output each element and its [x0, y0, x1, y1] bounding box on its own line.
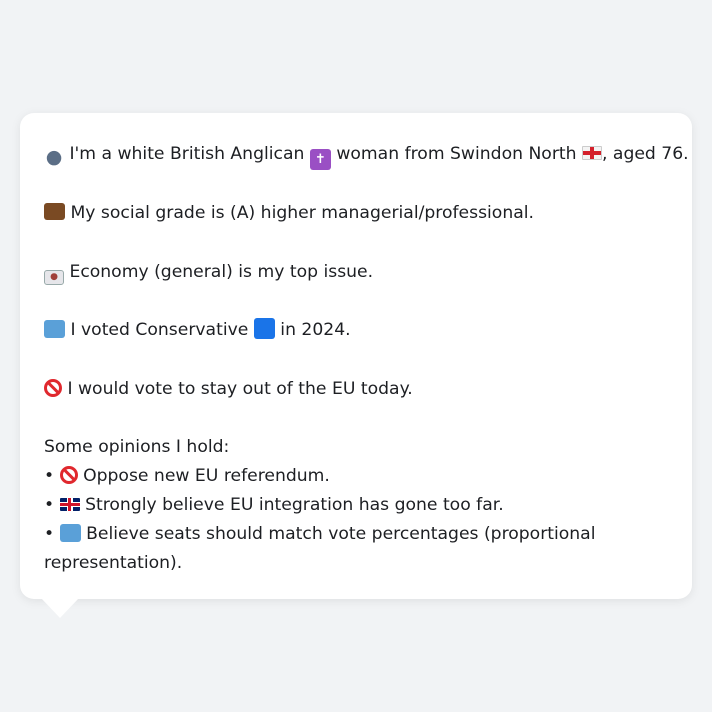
- no-entry-icon: [44, 378, 62, 397]
- persona-speech-bubble: ● I'm a white British Anglican ✝ woman f…: [20, 113, 692, 599]
- opinion-text: Believe seats should match vote percenta…: [44, 523, 596, 573]
- speech-bubble-tail: [41, 598, 79, 618]
- opinion-text: Strongly believe EU integration has gone…: [85, 494, 504, 515]
- no-entry-icon: [59, 465, 78, 484]
- opinion-item: • Strongly believe EU integration has go…: [44, 491, 668, 520]
- briefcase-icon: [44, 203, 65, 221]
- opinion-item: • Oppose new EU referendum.: [44, 462, 668, 491]
- blue-square-icon: [253, 318, 275, 340]
- eu-vote-text: I would vote to stay out of the EU today…: [67, 378, 413, 399]
- identity-line: ● I'm a white British Anglican ✝ woman f…: [44, 140, 689, 170]
- eu-vote-line: I would vote to stay out of the EU today…: [44, 375, 668, 404]
- bullet: •: [44, 465, 55, 486]
- england-flag-icon: [581, 146, 602, 160]
- ballot-box-icon: [44, 320, 65, 339]
- identity-text-c: , aged 76.: [601, 144, 689, 164]
- vote-2024-line: I voted Conservative in 2024.: [44, 316, 668, 345]
- bullet: •: [44, 523, 55, 544]
- top-issue-text: Economy (general) is my top issue.: [69, 261, 374, 282]
- social-grade-text: My social grade is (A) higher managerial…: [70, 203, 534, 224]
- social-grade-line: My social grade is (A) higher managerial…: [44, 199, 668, 228]
- money-banknote-icon: ●: [44, 269, 64, 285]
- uk-flag-icon: [59, 497, 80, 511]
- opinion-text: Oppose new EU referendum.: [83, 465, 330, 486]
- opinions-heading: Some opinions I hold:: [44, 436, 230, 457]
- ballot-box-icon: [59, 523, 81, 542]
- identity-text-a: I'm a white British Anglican: [69, 144, 305, 164]
- opinion-item: • Believe seats should match vote percen…: [44, 520, 668, 578]
- vote-2024-text-a: I voted Conservative: [70, 320, 249, 341]
- identity-text-b: woman from Swindon North: [336, 144, 577, 164]
- latin-cross-icon: ✝: [309, 149, 331, 170]
- top-issue-line: ● Economy (general) is my top issue.: [44, 258, 668, 287]
- person-silhouette-icon: ●: [45, 146, 63, 168]
- vote-2024-text-b: in 2024.: [280, 320, 351, 341]
- bullet: •: [44, 494, 55, 515]
